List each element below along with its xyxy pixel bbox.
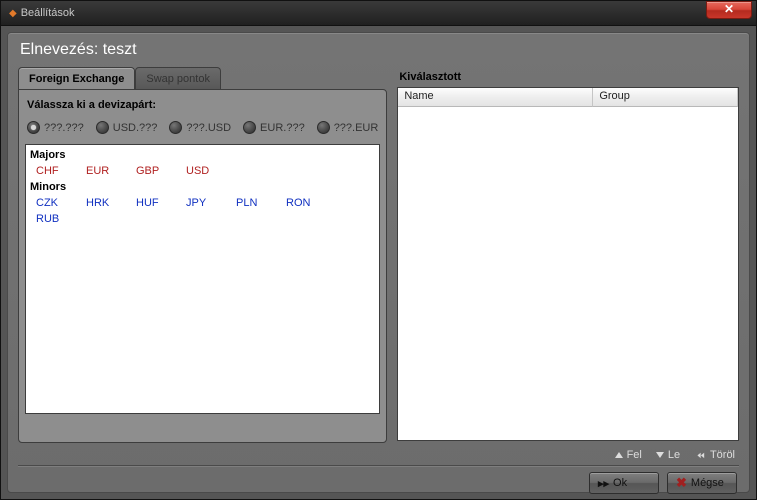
play-icon: ▸▸	[598, 477, 609, 490]
col-name[interactable]: Name	[398, 88, 593, 107]
chevron-down-icon	[656, 452, 664, 458]
dialog-buttons: ▸▸ Ok ✖ Mégse	[18, 472, 739, 494]
filter-label: Válassza ki a devizapárt:	[25, 96, 380, 119]
close-icon: ✕	[724, 2, 734, 16]
table-body[interactable]	[398, 107, 738, 440]
col-group[interactable]: Group	[593, 88, 738, 107]
group-minors: CZK HRK HUF JPY PLN RON RUB	[30, 195, 375, 227]
radio-any-any[interactable]: ???.???	[27, 121, 84, 134]
clear-button[interactable]: Töröl	[694, 449, 735, 461]
currency-ron[interactable]: RON	[280, 195, 330, 211]
currency-rub[interactable]: RUB	[30, 211, 80, 227]
chevron-up-icon	[615, 452, 623, 458]
radio-icon	[27, 121, 40, 134]
cancel-button[interactable]: ✖ Mégse	[667, 472, 737, 494]
tab-swap-points[interactable]: Swap pontok	[135, 67, 221, 89]
radio-usd-any[interactable]: USD.???	[96, 121, 158, 134]
currency-chf[interactable]: CHF	[30, 163, 80, 179]
group-minors-title: Minors	[30, 179, 375, 195]
group-majors-title: Majors	[30, 147, 375, 163]
divider	[18, 465, 739, 466]
radio-eur-any[interactable]: EUR.???	[243, 121, 305, 134]
currency-gbp[interactable]: GBP	[130, 163, 180, 179]
currency-pln[interactable]: PLN	[230, 195, 280, 211]
group-majors: CHF EUR GBP USD	[30, 163, 375, 179]
table-header: Name Group	[398, 88, 738, 107]
close-button[interactable]: ✕	[706, 1, 752, 19]
radio-icon	[169, 121, 182, 134]
currency-huf[interactable]: HUF	[130, 195, 180, 211]
tabs: Foreign Exchange Swap pontok	[18, 67, 387, 89]
currency-eur[interactable]: EUR	[80, 163, 130, 179]
window-title: Beállítások	[21, 7, 75, 19]
tab-foreign-exchange[interactable]: Foreign Exchange	[18, 67, 135, 89]
radio-icon	[317, 121, 330, 134]
page-title: Elnevezés: teszt	[18, 39, 739, 67]
currency-hrk[interactable]: HRK	[80, 195, 130, 211]
move-up-button[interactable]: Fel	[615, 449, 642, 461]
filter-radios: ???.??? USD.??? ???.USD EUR.???	[25, 119, 380, 142]
currency-jpy[interactable]: JPY	[180, 195, 230, 211]
radio-icon	[243, 121, 256, 134]
rewind-icon	[694, 449, 706, 461]
radio-icon	[96, 121, 109, 134]
radio-any-usd[interactable]: ???.USD	[169, 121, 231, 134]
currency-czk[interactable]: CZK	[30, 195, 80, 211]
move-down-button[interactable]: Le	[656, 449, 680, 461]
title-bar: ◆ Beállítások ✕	[0, 0, 757, 26]
app-icon: ◆	[9, 8, 17, 19]
radio-any-eur[interactable]: ???.EUR	[317, 121, 379, 134]
close-icon: ✖	[676, 475, 687, 491]
selected-table: Name Group	[397, 87, 739, 441]
tab-body: Válassza ki a devizapárt: ???.??? USD.??…	[18, 89, 387, 443]
currency-usd[interactable]: USD	[180, 163, 230, 179]
ok-button[interactable]: ▸▸ Ok	[589, 472, 659, 494]
list-actions: Fel Le Töröl	[18, 443, 739, 461]
currency-panel: Majors CHF EUR GBP USD Minors CZK HRK HU…	[25, 144, 380, 414]
selected-section-title: Kiválasztott	[397, 67, 739, 87]
